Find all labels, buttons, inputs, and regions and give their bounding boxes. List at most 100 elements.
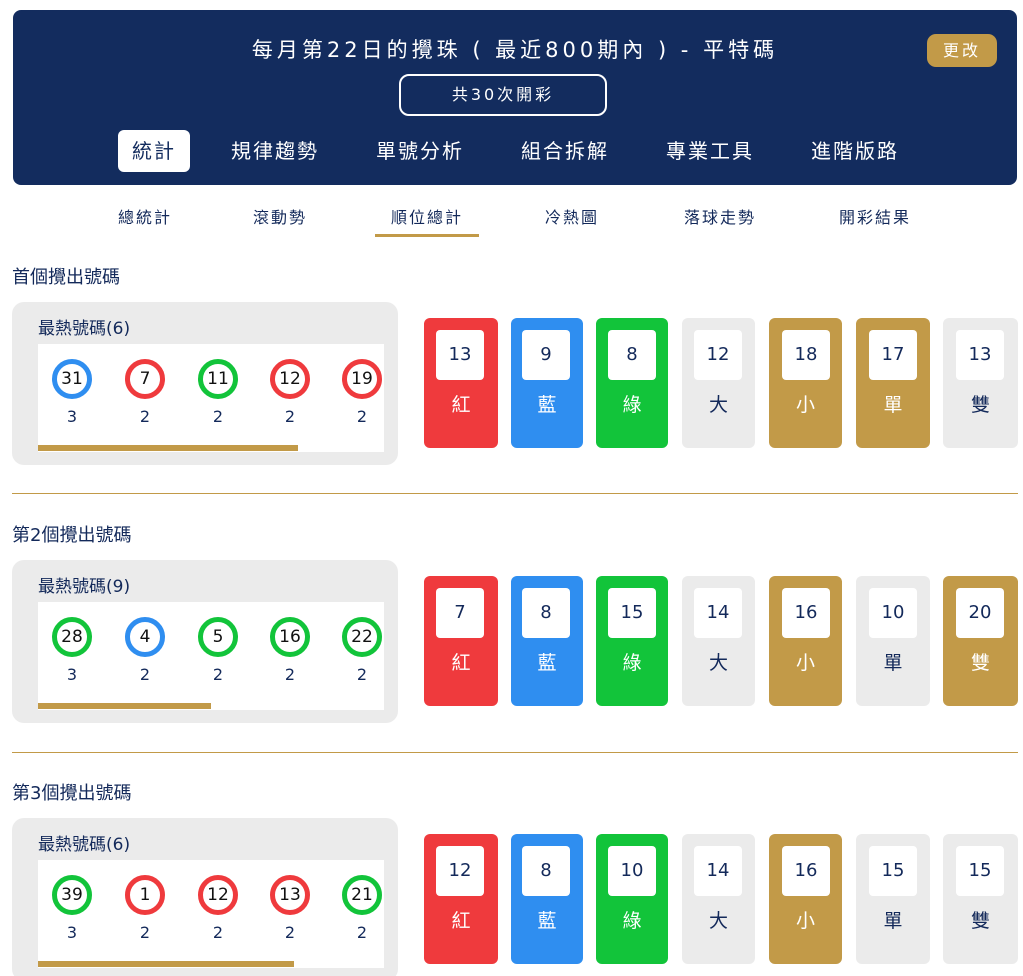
main-nav-tab[interactable]: 單號分析 (368, 130, 472, 172)
stat-value: 9 (522, 330, 570, 380)
position-section: 第3個攪出號碼 最熱號碼(6) 39 3 1 2 12 2 13 2 21 2 12 紅 8 藍 10 綠 14 大 1… (0, 781, 1023, 976)
stat-card[interactable]: 10 單 (856, 576, 930, 706)
number-ball[interactable]: 7 (125, 359, 165, 399)
stat-card[interactable]: 17 單 (856, 318, 930, 448)
main-nav-tab[interactable]: 進階版路 (803, 130, 907, 172)
sub-nav-tab[interactable]: 順位總計 (377, 205, 477, 231)
number-ball[interactable]: 22 (342, 617, 382, 657)
stat-label: 紅 (451, 394, 471, 416)
hot-numbers-list[interactable]: 31 3 7 2 11 2 12 2 19 2 (38, 344, 384, 452)
stat-value: 13 (956, 330, 1004, 380)
stat-value: 10 (869, 588, 917, 638)
number-ball[interactable]: 1 (125, 875, 165, 915)
stat-card[interactable]: 7紅 (424, 576, 498, 706)
main-nav-tab[interactable]: 統計 (118, 130, 190, 172)
stat-card[interactable]: 14 大 (682, 576, 755, 706)
scroll-indicator[interactable] (38, 961, 294, 967)
stat-label: 綠 (622, 652, 642, 674)
stat-label: 藍 (537, 652, 557, 674)
page-title: 每月第22日的攪珠 ( 最近800期內 ) - 平特碼 (251, 38, 779, 62)
stat-card[interactable]: 12 大 (682, 318, 755, 448)
stat-value: 12 (436, 846, 484, 896)
stat-card[interactable]: 8藍 (511, 576, 583, 706)
stat-label: 單 (883, 652, 903, 674)
stat-card[interactable]: 15 單 (856, 834, 930, 964)
position-section: 首個攪出號碼 最熱號碼(6) 31 3 7 2 11 2 12 2 19 2 13 紅 9 藍 8 綠 12 大 18 小… (0, 265, 1023, 485)
number-ball[interactable]: 13 (270, 875, 310, 915)
main-nav-tab[interactable]: 組合拆解 (513, 130, 617, 172)
stat-card[interactable]: 16 小 (769, 576, 842, 706)
stat-card[interactable]: 8藍 (511, 834, 583, 964)
stat-value: 16 (782, 588, 830, 638)
stat-card[interactable]: 12 紅 (424, 834, 498, 964)
ball-count: 2 (212, 923, 224, 942)
number-ball[interactable]: 21 (342, 875, 382, 915)
sub-nav-tab[interactable]: 落球走勢 (670, 205, 770, 231)
stat-value: 14 (694, 588, 742, 638)
number-ball[interactable]: 12 (270, 359, 310, 399)
stat-label: 大 (708, 910, 728, 932)
number-ball[interactable]: 5 (198, 617, 238, 657)
stat-label: 雙 (970, 652, 990, 674)
hot-numbers-list[interactable]: 39 3 1 2 12 2 13 2 21 2 (38, 860, 384, 968)
stat-label: 大 (708, 394, 728, 416)
ball-count: 2 (139, 407, 151, 426)
ball-count: 3 (66, 665, 78, 684)
ball-count: 2 (284, 407, 296, 426)
sub-nav-tab[interactable]: 總統計 (105, 205, 185, 231)
sub-nav-tab[interactable]: 開彩結果 (820, 205, 930, 231)
stat-card[interactable]: 20 雙 (943, 576, 1018, 706)
ball-count: 2 (356, 923, 368, 942)
hot-numbers-title: 最熱號碼(6) (38, 319, 131, 339)
stat-card[interactable]: 8綠 (596, 318, 668, 448)
stat-label: 單 (883, 910, 903, 932)
sub-nav-active-underline (375, 234, 479, 237)
ball-count: 2 (212, 665, 224, 684)
stat-label: 小 (795, 652, 815, 674)
stat-label: 藍 (537, 394, 557, 416)
stat-value: 12 (694, 330, 742, 380)
main-nav: 統計 規律趨勢 單號分析 組合拆解 專業工具 進階版路 (13, 130, 1017, 172)
ball-count: 2 (356, 407, 368, 426)
stat-value: 16 (782, 846, 830, 896)
stat-card[interactable]: 13 雙 (943, 318, 1018, 448)
main-nav-tab[interactable]: 專業工具 (658, 130, 762, 172)
sub-nav-tab[interactable]: 冷熱圖 (528, 205, 616, 231)
number-ball[interactable]: 31 (52, 359, 92, 399)
stat-card[interactable]: 15 雙 (943, 834, 1018, 964)
stat-card[interactable]: 18 小 (769, 318, 842, 448)
number-ball[interactable]: 12 (198, 875, 238, 915)
hot-numbers-list[interactable]: 28 3 4 2 5 2 16 2 22 2 (38, 602, 384, 710)
change-button[interactable]: 更改 (927, 34, 997, 67)
number-ball[interactable]: 28 (52, 617, 92, 657)
stat-label: 綠 (622, 910, 642, 932)
stat-card[interactable]: 13 紅 (424, 318, 498, 448)
hot-numbers-card: 最熱號碼(6) 39 3 1 2 12 2 13 2 21 2 (12, 818, 398, 976)
stat-card[interactable]: 16 小 (769, 834, 842, 964)
stat-value: 17 (869, 330, 917, 380)
scroll-indicator[interactable] (38, 445, 298, 451)
stat-card[interactable]: 9藍 (511, 318, 583, 448)
scroll-indicator[interactable] (38, 703, 211, 709)
stat-label: 大 (708, 652, 728, 674)
sub-nav-tab[interactable]: 滾動勢 (240, 205, 320, 231)
number-ball[interactable]: 16 (270, 617, 310, 657)
header-panel: 每月第22日的攪珠 ( 最近800期內 ) - 平特碼 更改 共30次開彩 統計… (13, 10, 1017, 185)
number-ball[interactable]: 39 (52, 875, 92, 915)
position-section: 第2個攪出號碼 最熱號碼(9) 28 3 4 2 5 2 16 2 22 2 7 紅 8 藍 15 綠 14 大 16 小… (0, 523, 1023, 743)
stat-card[interactable]: 10 綠 (596, 834, 668, 964)
number-ball[interactable]: 19 (342, 359, 382, 399)
hot-numbers-title: 最熱號碼(6) (38, 835, 131, 855)
stat-card[interactable]: 14 大 (682, 834, 755, 964)
number-ball[interactable]: 4 (125, 617, 165, 657)
stat-card[interactable]: 15 綠 (596, 576, 668, 706)
ball-count: 3 (66, 407, 78, 426)
stat-value: 15 (869, 846, 917, 896)
stat-label: 藍 (537, 910, 557, 932)
main-nav-tab[interactable]: 規律趨勢 (223, 130, 327, 172)
stat-value: 10 (608, 846, 656, 896)
stat-label: 小 (795, 910, 815, 932)
stat-label: 紅 (451, 652, 471, 674)
number-ball[interactable]: 11 (198, 359, 238, 399)
stat-value: 7 (436, 588, 484, 638)
